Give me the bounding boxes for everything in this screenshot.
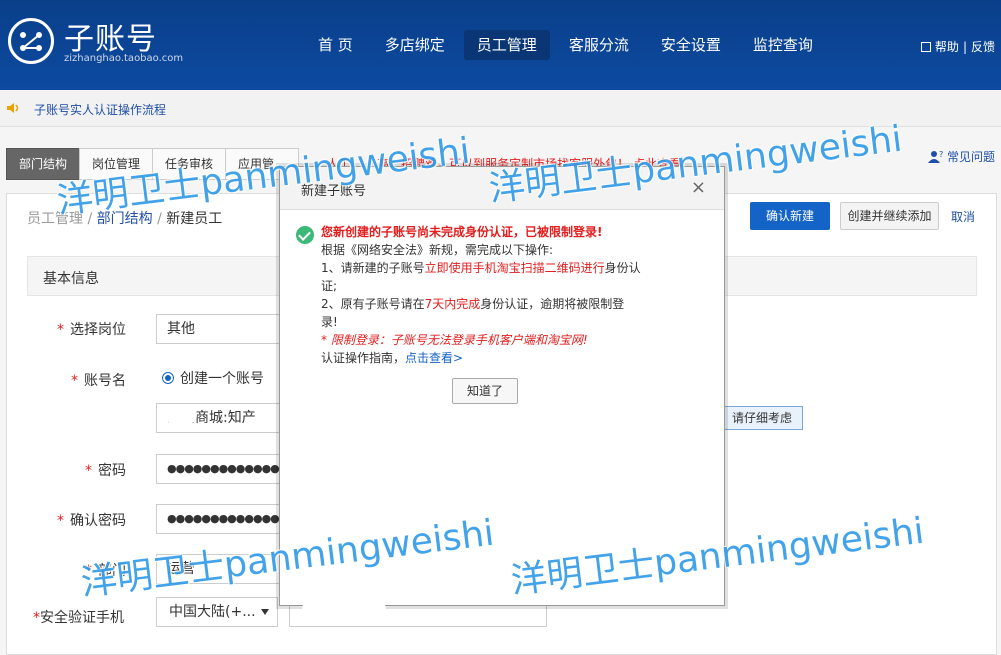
user-question-icon: ? bbox=[927, 150, 943, 163]
nav-multi-store[interactable]: 多店绑定 bbox=[372, 30, 458, 60]
dialog-restrict-note: * 限制登录：子账号无法登录手机客户端和淘宝网! bbox=[321, 333, 588, 347]
redaction-mark bbox=[302, 601, 386, 617]
phone-label: *安全验证手机 bbox=[33, 610, 124, 626]
svg-text:?: ? bbox=[939, 150, 943, 159]
think-carefully-button[interactable]: 请仔细考虑 bbox=[721, 406, 803, 430]
dialog-headline: 您新创建的子账号尚未完成身份认证，已被限制登录! bbox=[321, 225, 603, 239]
cancel-button[interactable]: 取消 bbox=[951, 208, 975, 225]
chevron-down-icon bbox=[261, 609, 269, 615]
logo-domain: zizhanghao.taobao.com bbox=[64, 53, 184, 64]
nav-security[interactable]: 安全设置 bbox=[648, 30, 734, 60]
position-label: * 选择岗位 bbox=[57, 322, 126, 338]
notice-link[interactable]: 子账号实人认证操作流程 bbox=[34, 101, 166, 118]
nav-home[interactable]: 首 页 bbox=[305, 30, 366, 60]
speaker-icon bbox=[7, 103, 19, 113]
help-link[interactable]: 帮助 bbox=[935, 38, 959, 55]
nav-monitoring[interactable]: 监控查询 bbox=[740, 30, 826, 60]
confirm-password-label: * 确认密码 bbox=[57, 513, 126, 529]
feedback-link[interactable]: 反馈 bbox=[971, 38, 995, 55]
confirm-create-button[interactable]: 确认新建 bbox=[750, 202, 830, 230]
nav-staff-management[interactable]: 员工管理 bbox=[463, 30, 550, 60]
radio-label: 创建一个账号 bbox=[180, 371, 264, 387]
success-check-icon bbox=[296, 226, 314, 244]
top-header: 子账号 zizhanghao.taobao.com 首 页 多店绑定 员工管理 … bbox=[0, 0, 1001, 90]
help-links: 帮助 | 反馈 bbox=[920, 38, 995, 55]
dialog-item-2: 2、原有子账号请在7天内完成身份认证，逾期将被限制登录! bbox=[321, 297, 625, 329]
password-label: * 密码 bbox=[85, 463, 126, 479]
create-continue-button[interactable]: 创建并继续添加 bbox=[840, 202, 939, 230]
phone-region-value: 中国大陆(+... bbox=[169, 604, 256, 620]
dialog-item-1: 1、请新建的子账号立即使用手机淘宝扫描二维码进行身份认证; bbox=[321, 261, 641, 293]
account-label: * 账号名 bbox=[71, 373, 126, 389]
guide-link[interactable]: 点击查看> bbox=[405, 351, 463, 365]
logo-title: 子账号 bbox=[64, 22, 157, 57]
nav-customer-service[interactable]: 客服分流 bbox=[556, 30, 642, 60]
create-account-radio[interactable]: 创建一个账号 bbox=[162, 368, 264, 388]
main-nav: 首 页 多店绑定 员工管理 客服分流 安全设置 监控查询 bbox=[305, 30, 832, 60]
breadcrumb-current: 新建员工 bbox=[166, 211, 223, 227]
radio-dot-icon bbox=[162, 372, 174, 384]
section-title: 基本信息 bbox=[43, 271, 99, 287]
redaction-mark bbox=[165, 406, 197, 424]
separator: | bbox=[962, 39, 967, 54]
breadcrumb-sep: / bbox=[152, 211, 167, 227]
faq-label: 常见问题 bbox=[946, 150, 995, 164]
faq-link[interactable]: ? 常见问题 bbox=[927, 148, 995, 165]
external-link-icon bbox=[920, 41, 931, 52]
ok-button[interactable]: 知道了 bbox=[452, 378, 518, 404]
dialog-line: 根据《网络安全法》新规，需完成以下操作: bbox=[321, 243, 554, 257]
logo-icon bbox=[8, 18, 54, 64]
phone-region-select[interactable]: 中国大陆(+... bbox=[156, 597, 278, 627]
dialog-guide: 认证操作指南，点击查看> bbox=[321, 351, 464, 365]
